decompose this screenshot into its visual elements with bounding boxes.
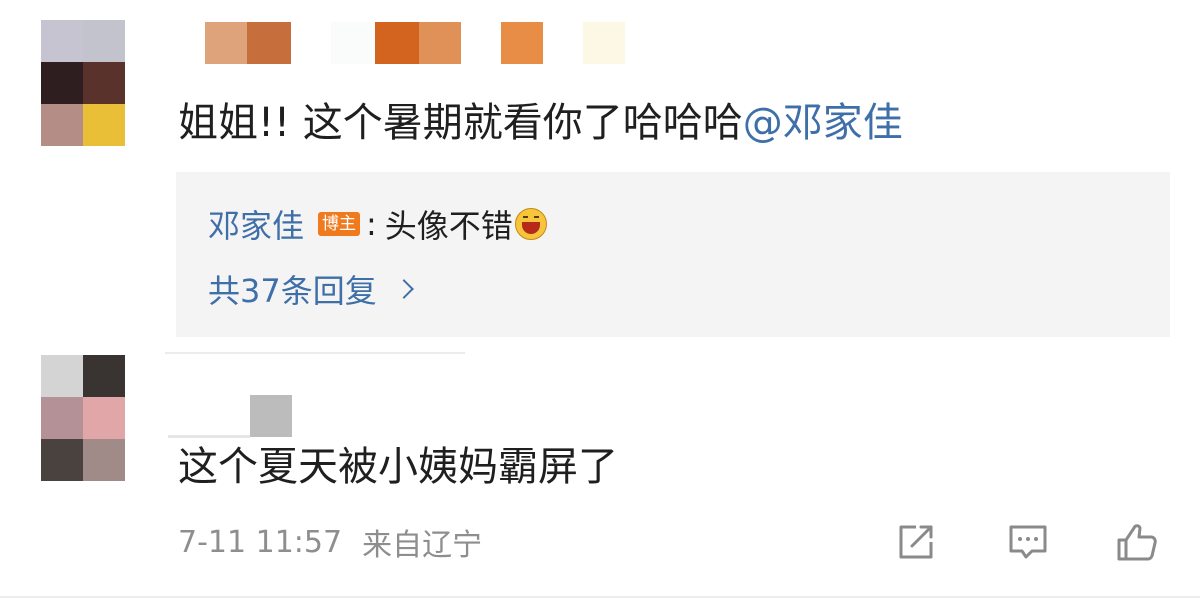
name-pixel [375,22,419,64]
username-pixelated[interactable] [205,22,635,64]
avatar-pixel [41,20,83,62]
name-pixel [331,22,375,64]
name-pixel [205,22,247,64]
comment-body: 姐姐!! 这个暑期就看你了哈哈哈 [178,100,743,146]
mention-link[interactable]: @邓家佳 [743,100,903,146]
avatar-pixel [83,397,125,439]
avatar[interactable] [41,355,125,481]
username-pixelated[interactable] [168,395,298,439]
reply-line: 邓家佳 博主 : 头像不错 [208,202,547,246]
name-pixel [250,395,292,437]
avatar-pixel [41,397,83,439]
avatar-pixel [41,355,83,397]
name-pixel [419,22,461,64]
avatar-pixel [41,62,83,104]
avatar-pixel [41,104,83,146]
author-badge: 博主 [318,212,361,236]
share-icon[interactable] [894,520,938,564]
reply-text: 头像不错 [384,207,513,245]
name-pixel [583,22,625,64]
name-pixel [168,435,250,438]
reply-preview[interactable]: 邓家佳 博主 : 头像不错 共37条回复 [176,172,1170,337]
avatar-pixel [83,20,125,62]
thumbs-up-icon[interactable] [1115,520,1159,564]
chevron-right-icon [393,279,414,299]
divider [165,352,465,354]
comment-text: 姐姐!! 这个暑期就看你了哈哈哈@邓家佳 [178,99,903,147]
avatar-pixel [83,104,125,146]
view-replies-link[interactable]: 共37条回复 [208,268,414,310]
comment-meta: 7-11 11:57 来自辽宁 [178,521,483,564]
reply-separator: : [366,205,377,243]
comment-source: 来自辽宁 [362,528,483,563]
avatar-pixel [41,439,83,481]
name-pixel [501,22,543,64]
avatar-pixel [83,62,125,104]
name-pixel [247,22,291,64]
avatar-pixel [83,439,125,481]
divider [0,596,1200,598]
avatar[interactable] [41,20,125,146]
comment-text: 这个夏天被小姨妈霸屏了 [178,444,618,490]
comment-icon[interactable] [1006,520,1050,564]
reply-count-label: 共37条回复 [208,272,377,310]
avatar-pixel [83,355,125,397]
comment-time: 7-11 11:57 [178,524,343,560]
laugh-emoji-icon [514,208,547,240]
reply-author-link[interactable]: 邓家佳 [208,201,304,247]
